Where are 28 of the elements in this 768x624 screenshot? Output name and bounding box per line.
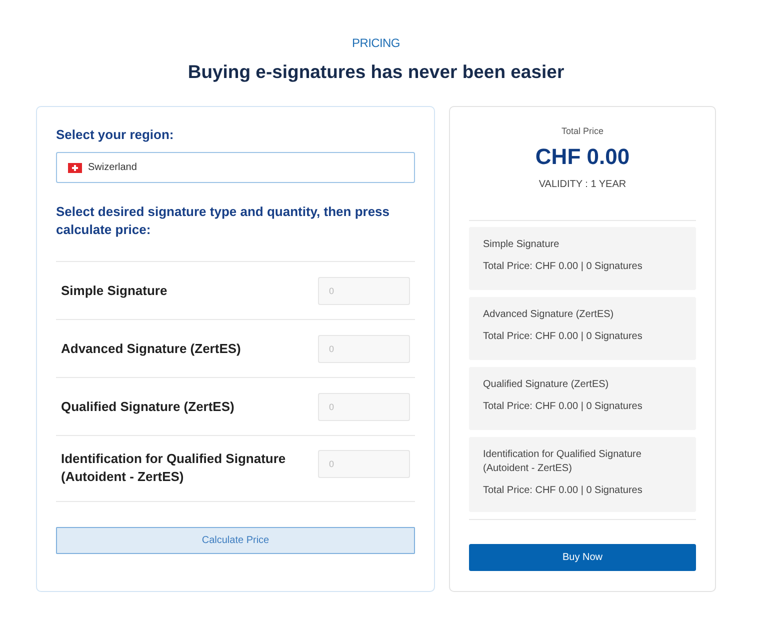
total-price-label: Total Price: [560, 125, 605, 138]
region-value: Swizerland: [88, 162, 137, 173]
summary-item-name: Simple Signature: [483, 238, 560, 252]
product-name: Advanced Signature (ZertES): [61, 340, 241, 358]
product-name: Simple Signature: [61, 282, 168, 300]
summary-item-detail: Total Price: CHF 0.00 | 0 Signatures: [483, 330, 644, 344]
quantity-input[interactable]: 0: [318, 450, 410, 478]
flag-icon: [68, 162, 82, 172]
page-title: Buying e-signatures has never been easier: [188, 60, 564, 84]
instruction-text: Select desired signature type and quantity, then press calculate price:: [56, 203, 391, 239]
quantity-input[interactable]: 0: [318, 334, 410, 362]
summary-item-detail: Total Price: CHF 0.00 | 0 Signatures: [483, 484, 644, 498]
validity-text: VALIDITY : 1 YEAR: [538, 178, 628, 192]
calculate-price-button[interactable]: Calculate Price: [56, 527, 415, 554]
region-label: Select your region:: [56, 127, 175, 143]
summary-item-name: Qualified Signature (ZertES): [483, 378, 610, 392]
quantity-input[interactable]: 0: [318, 392, 410, 420]
section-eyebrow: PRICING: [352, 35, 400, 51]
summary-item-detail: Total Price: CHF 0.00 | 0 Signatures: [483, 400, 644, 414]
product-name: Qualified Signature (ZertES): [61, 398, 234, 416]
total-price: CHF 0.00: [534, 143, 631, 171]
quantity-input[interactable]: 0: [318, 276, 410, 304]
region-select[interactable]: Swizerland: [56, 152, 415, 183]
product-name: Identification for Qualified Signature (Autoident - ZertES): [61, 450, 287, 486]
summary-item-detail: Total Price: CHF 0.00 | 0 Signatures: [483, 260, 644, 274]
buy-now-button[interactable]: Buy Now: [469, 544, 696, 571]
summary-item-name: Advanced Signature (ZertES): [483, 308, 615, 322]
summary-item-name: Identification for Qualified Signature (Autoident - ZertES): [483, 448, 642, 476]
